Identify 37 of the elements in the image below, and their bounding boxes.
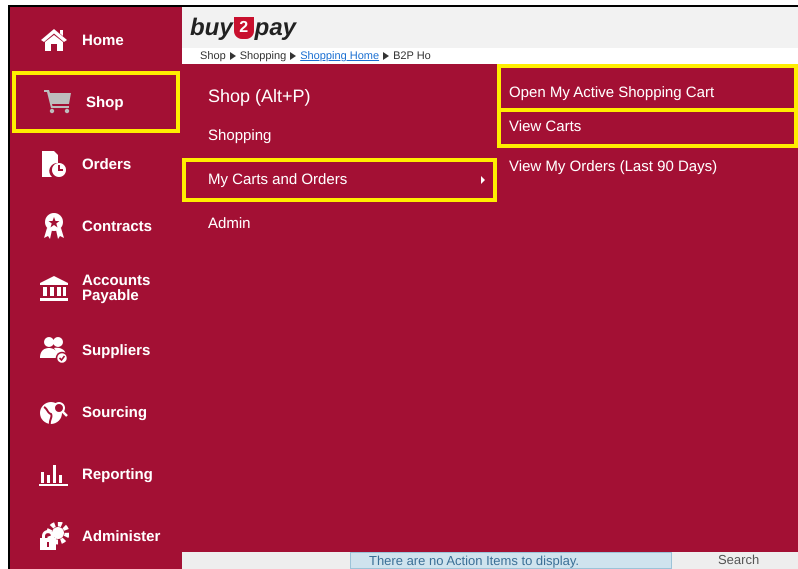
nav-item[interactable]: Shop bbox=[12, 71, 180, 133]
nav-item[interactable]: Reporting bbox=[12, 443, 182, 505]
ribbon-award-icon bbox=[42, 212, 66, 240]
nav-item[interactable]: Accounts Payable bbox=[12, 257, 182, 319]
gear-lock-icon bbox=[39, 522, 69, 550]
menu-item[interactable]: My Carts and Orders bbox=[182, 158, 497, 202]
nav-item[interactable]: Home bbox=[12, 9, 182, 71]
logo[interactable]: buy 2 pay bbox=[190, 16, 296, 40]
menu-title: Shop (Alt+P) bbox=[207, 84, 312, 108]
menu-item[interactable]: Admin bbox=[182, 202, 497, 246]
submenu-arrow-icon bbox=[481, 176, 485, 184]
logo-badge: 2 bbox=[234, 16, 254, 38]
menu-item[interactable]: Shopping bbox=[182, 114, 497, 158]
bar-chart-icon bbox=[39, 462, 69, 486]
cart-icon bbox=[44, 89, 72, 115]
breadcrumb-link[interactable]: Shopping Home bbox=[300, 49, 380, 63]
search-label: Search bbox=[718, 552, 760, 567]
bank-icon bbox=[39, 275, 69, 301]
people-check-icon bbox=[39, 336, 69, 364]
nav-item[interactable]: Sourcing bbox=[12, 381, 182, 443]
breadcrumb-separator-icon bbox=[230, 52, 236, 60]
submenu-item[interactable]: View Carts bbox=[497, 112, 798, 148]
home-icon bbox=[40, 28, 68, 52]
submenu-item[interactable]: View My Orders (Last 90 Days) bbox=[497, 148, 798, 184]
nav-item[interactable]: Suppliers bbox=[12, 319, 182, 381]
nav-item[interactable]: Administer bbox=[12, 505, 182, 567]
breadcrumb-separator-icon bbox=[290, 52, 296, 60]
nav-item[interactable]: Orders bbox=[12, 133, 182, 195]
breadcrumb-item[interactable]: Shopping bbox=[240, 49, 286, 63]
breadcrumb-item[interactable]: B2P Ho bbox=[393, 49, 431, 63]
submenu-item[interactable]: Open My Active Shopping Cart bbox=[497, 64, 798, 112]
breadcrumb-separator-icon bbox=[383, 52, 390, 60]
document-clock-icon bbox=[40, 150, 68, 178]
nav-item[interactable]: Contracts bbox=[12, 195, 182, 257]
globe-search-icon bbox=[39, 399, 69, 425]
empty-message: There are no Action Items to display. bbox=[369, 553, 580, 568]
breadcrumb-item[interactable]: Shop bbox=[200, 49, 226, 63]
